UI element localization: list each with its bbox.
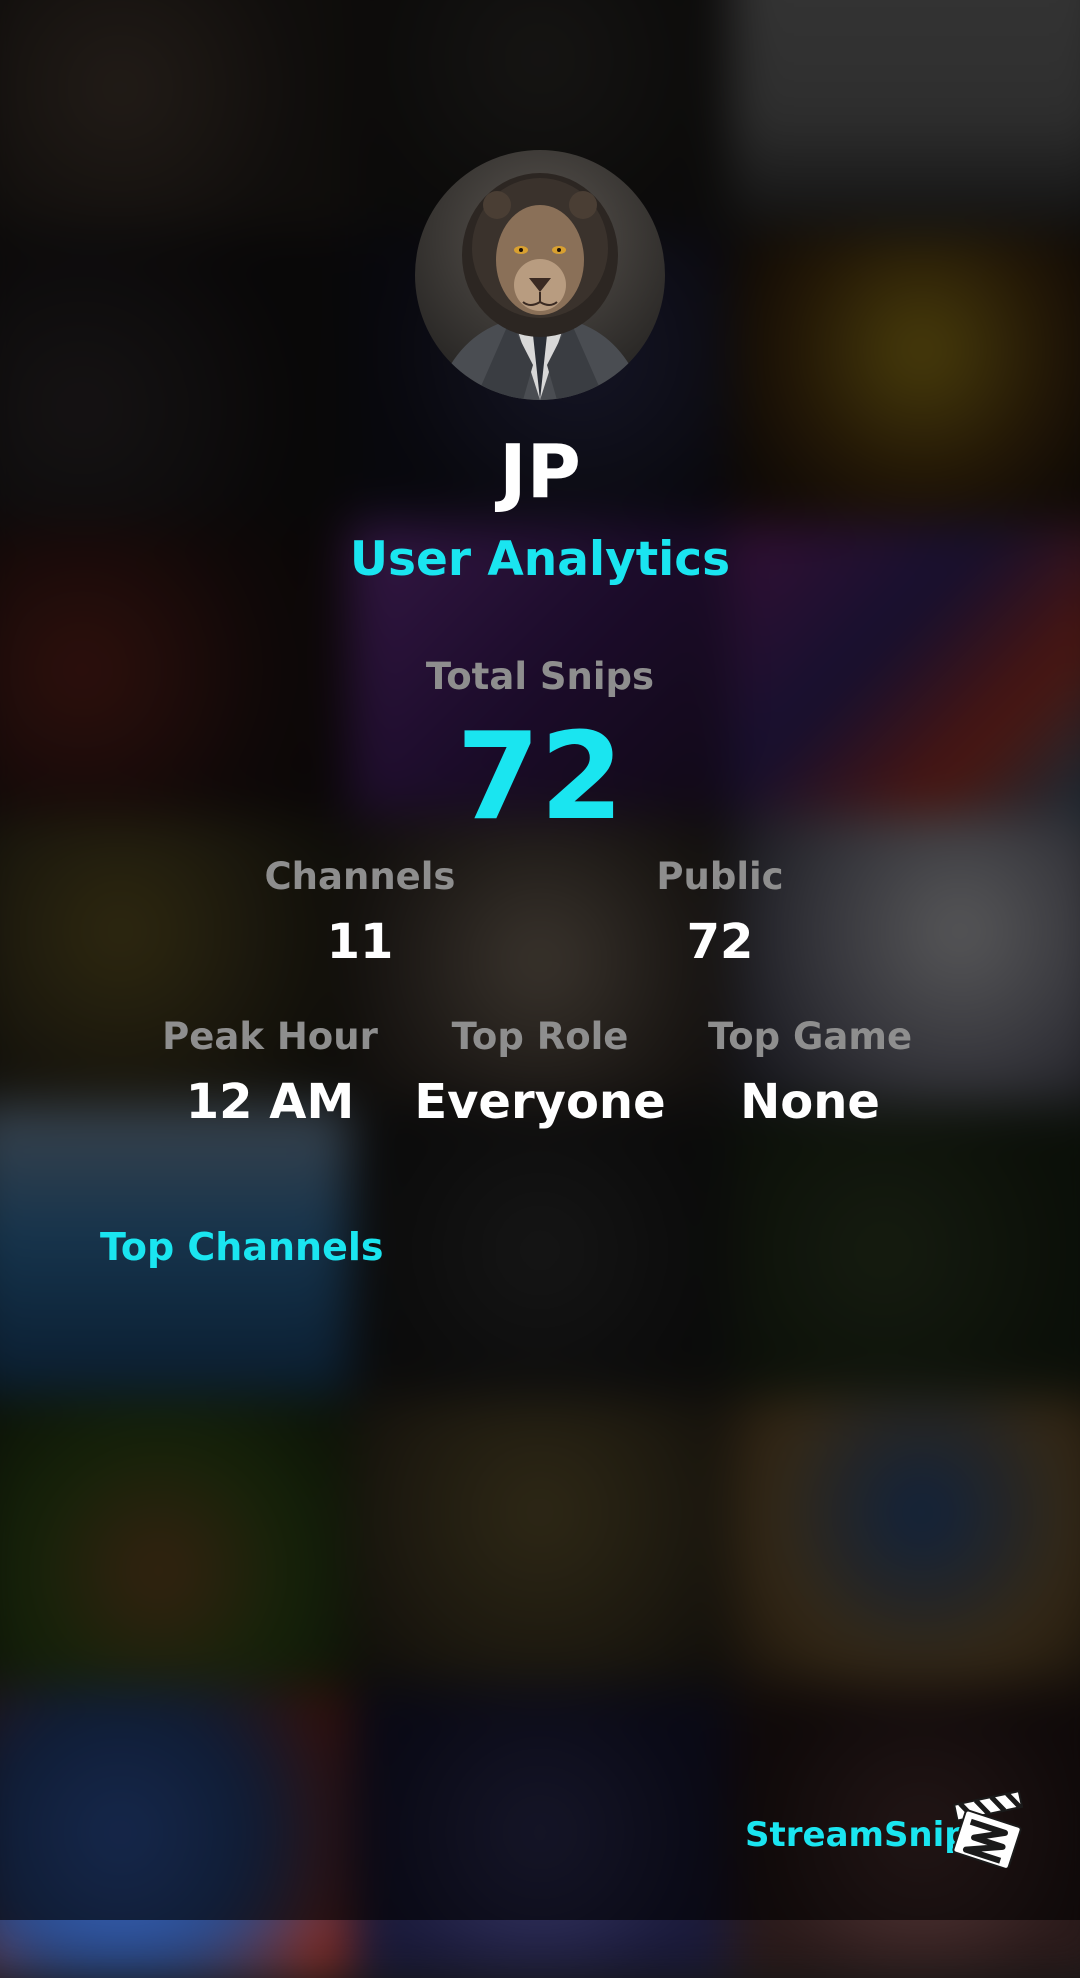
- total-snips-value: 72: [456, 708, 624, 847]
- clapperboard-icon: [948, 1790, 1028, 1868]
- page-subtitle: User Analytics: [349, 532, 731, 587]
- top-channels-heading: Top Channels: [100, 1225, 384, 1269]
- brand-name: StreamSnip: [745, 1815, 969, 1855]
- avatar: [415, 150, 665, 400]
- top-game-label: Top Game: [707, 1015, 913, 1058]
- top-role-label: Top Role: [451, 1015, 629, 1058]
- public-value: 72: [686, 914, 754, 970]
- channels-label: Channels: [264, 855, 456, 898]
- username: JP: [499, 429, 581, 515]
- top-game-value: None: [740, 1074, 880, 1130]
- peak-hour-value: 12 AM: [185, 1074, 355, 1130]
- public-label: Public: [656, 855, 784, 898]
- top-role-value: Everyone: [414, 1074, 666, 1130]
- channels-value: 11: [326, 914, 394, 970]
- peak-hour-label: Peak Hour: [162, 1015, 378, 1058]
- total-snips-label: Total Snips: [425, 655, 655, 698]
- lion-avatar-icon: [435, 173, 645, 400]
- analytics-card: JP User Analytics Total Snips 72 Channel…: [0, 0, 1080, 1920]
